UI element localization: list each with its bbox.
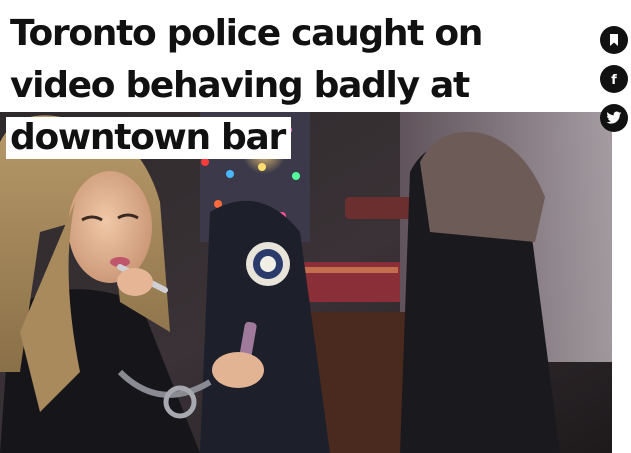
svg-text:f: f (611, 73, 617, 86)
facebook-share-button[interactable]: f (600, 65, 628, 93)
article-headline: Toronto police caught on video behaving … (6, 8, 596, 164)
social-share-bar: f (600, 26, 630, 132)
bookmark-button[interactable] (600, 26, 628, 54)
bookmark-icon (610, 34, 618, 46)
twitter-icon (606, 111, 622, 124)
twitter-share-button[interactable] (600, 104, 628, 132)
facebook-icon: f (611, 73, 617, 86)
